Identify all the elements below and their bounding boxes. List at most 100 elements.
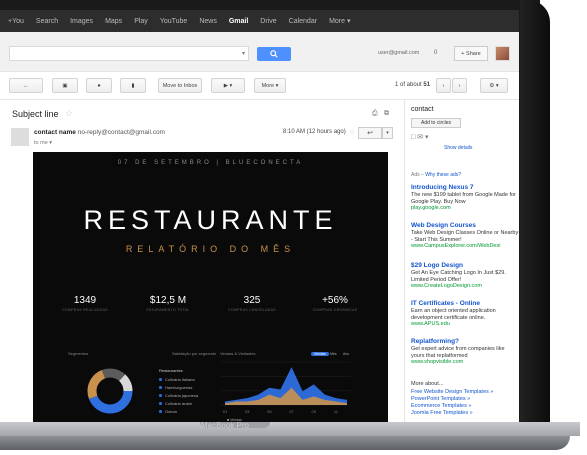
browser-screen: +You Search Images Maps Play YouTube New…	[0, 10, 519, 422]
recipient-details-icon: ▾	[49, 140, 53, 146]
ad-description: Take Web Design Classes Online or Nearby…	[411, 230, 519, 243]
report-spam-button[interactable]: ●	[86, 78, 112, 93]
add-to-circles-button[interactable]: Add to circles	[411, 118, 461, 128]
recipient[interactable]: to me ▾	[34, 140, 52, 146]
sender-avatar	[11, 128, 29, 146]
archive-button[interactable]: ▣	[52, 78, 78, 93]
search-input[interactable]: ▾	[9, 46, 249, 61]
gbar-item-more[interactable]: More ▾	[329, 17, 350, 25]
settings-button[interactable]: ⚙ ▾	[480, 78, 508, 93]
more-link[interactable]: Free Website Design Templates »	[411, 389, 493, 396]
chevron-left-icon: ‹	[442, 82, 445, 89]
new-window-icon[interactable]: ⧉	[384, 110, 389, 118]
important-star-icon[interactable]: ☆	[65, 108, 73, 119]
more-link[interactable]: Joomla Free Templates »	[411, 410, 473, 417]
legend-item: Culinária árabe	[159, 401, 192, 406]
stat-value: 1349	[73, 295, 97, 306]
stat-label: COMPRAS ORGANICAS	[312, 308, 358, 312]
ad-url[interactable]: www.shopvisible.com	[411, 359, 519, 366]
laptop-base	[0, 422, 587, 455]
x-tick-label: 01	[223, 409, 228, 414]
gbar-item-gmail[interactable]: Gmail	[229, 18, 248, 25]
search-button[interactable]	[257, 47, 291, 61]
gbar-item-play[interactable]: Play	[134, 18, 148, 25]
ad-url[interactable]: www.CreateLogoDesign.com	[411, 283, 519, 290]
sales-area-chart: 01 03 05 07 09 11	[221, 361, 351, 414]
ad-title[interactable]: Introducing Nexus 7	[411, 184, 519, 192]
ad-item: Replatforming? Get expert advice from com…	[411, 338, 519, 366]
sales-chart-title: Vendas & Visitantes	[220, 351, 256, 356]
gbar-item-maps[interactable]: Maps	[105, 18, 122, 25]
more-about-label: More about...	[411, 381, 444, 387]
account-email[interactable]: user@gmail.com	[378, 50, 419, 56]
gbar-item-you[interactable]: +You	[8, 18, 24, 25]
more-button[interactable]: More ▾	[254, 78, 286, 93]
more-link[interactable]: PowerPoint Templates »	[411, 396, 470, 403]
label-icon: ▶ ▾	[223, 82, 233, 89]
gbar-item-search[interactable]: Search	[36, 18, 58, 25]
back-arrow-icon: ←	[23, 82, 29, 89]
gbar-item-images[interactable]: Images	[70, 18, 93, 25]
ad-title[interactable]: Web Design Courses	[411, 222, 519, 230]
sender: contact name no-reply@contact@gmail.com	[34, 129, 165, 136]
avatar[interactable]	[495, 46, 510, 61]
stat-purchases: 1349 COMPRAS REALIZADAS	[45, 295, 125, 312]
dropdown-icon[interactable]: ▾	[425, 134, 429, 141]
chevron-right-icon: ›	[458, 82, 461, 89]
video-call-icon[interactable]: □	[411, 134, 415, 141]
ad-title[interactable]: Replatforming?	[411, 338, 519, 346]
stat-revenue: $12,5 M FATURAMENTO TOTAL	[128, 295, 208, 312]
ad-item: $29 Logo Design Get An Eye Catching Logo …	[411, 262, 519, 290]
ad-title[interactable]: $29 Logo Design	[411, 262, 519, 270]
pill-vendas[interactable]: Vendas	[311, 352, 329, 356]
gbar-item-calendar[interactable]: Calendar	[289, 18, 317, 25]
laptop-frame: +You Search Images Maps Play YouTube New…	[0, 0, 587, 455]
gbar-item-drive[interactable]: Drive	[260, 18, 276, 25]
legend-item: Culinária italiana	[159, 377, 195, 382]
legend-dot	[159, 402, 162, 405]
more-actions-button[interactable]: ▾	[382, 127, 393, 139]
base-top	[0, 422, 580, 436]
back-button[interactable]: ←	[9, 78, 43, 93]
show-details-link[interactable]: Show details	[444, 145, 472, 151]
delete-button[interactable]: ▮	[120, 78, 146, 93]
newsletter-image: 07 DE SETEMBRO | BLUECONECTA RESTAURANTE…	[33, 152, 388, 422]
star-icon[interactable]: ☆	[349, 128, 355, 136]
laptop-label: MacBook Pro	[200, 421, 250, 430]
gbar-item-youtube[interactable]: YouTube	[160, 18, 188, 25]
x-tick-label: 07	[289, 409, 294, 414]
reply-button[interactable]: ↩	[358, 127, 382, 139]
gbar-item-news[interactable]: News	[199, 18, 217, 25]
gmail-header: ▾ user@gmail.com 0 + Share	[0, 32, 519, 72]
newer-button[interactable]: ‹	[436, 78, 451, 93]
count-prefix: 1 of about	[395, 82, 424, 88]
trash-icon: ▮	[131, 82, 135, 89]
ad-url[interactable]: play.google.com	[411, 205, 519, 212]
message-toolbar: ← ▣ ● ▮ Move to Inbox ▶ ▾ More ▾ 1 of ab…	[0, 72, 519, 100]
x-tick-label: 03	[245, 409, 250, 414]
labels-button[interactable]: ▶ ▾	[211, 78, 245, 93]
stat-value: +56%	[322, 295, 348, 306]
email-icon[interactable]: ✉	[417, 134, 423, 141]
legend-title: Restaurantes	[159, 368, 183, 373]
notification-count[interactable]: 0	[434, 50, 437, 56]
older-button[interactable]: ›	[452, 78, 467, 93]
ad-url[interactable]: www.CampusExplorer.com/WebDesi	[411, 243, 519, 250]
more-link[interactable]: Ecommerce Templates »	[411, 403, 471, 410]
message-count: 1 of about 51	[395, 82, 430, 88]
pill-mes[interactable]: Mês	[330, 352, 337, 356]
search-options-icon[interactable]: ▾	[242, 50, 245, 57]
sender-name[interactable]: contact name	[34, 129, 76, 136]
ad-title[interactable]: IT Certificates - Online	[411, 300, 519, 308]
ad-description: Get An Eye Catching Logo In Just $29. Li…	[411, 270, 506, 283]
share-button[interactable]: + Share	[454, 46, 488, 61]
print-icon[interactable]: ⎙	[372, 110, 378, 118]
newsletter-title: RESTAURANTE	[83, 205, 338, 235]
move-to-inbox-button[interactable]: Move to Inbox	[158, 78, 202, 93]
pill-ano[interactable]: Ano	[343, 352, 349, 356]
recipient-label: to me	[34, 140, 48, 146]
ad-description: Earn an object oriented application deve…	[411, 308, 496, 321]
why-ads-link[interactable]: Why these ads?	[425, 172, 461, 178]
legend-dot	[159, 386, 162, 389]
ad-url[interactable]: www.APUS.edu	[411, 321, 519, 328]
